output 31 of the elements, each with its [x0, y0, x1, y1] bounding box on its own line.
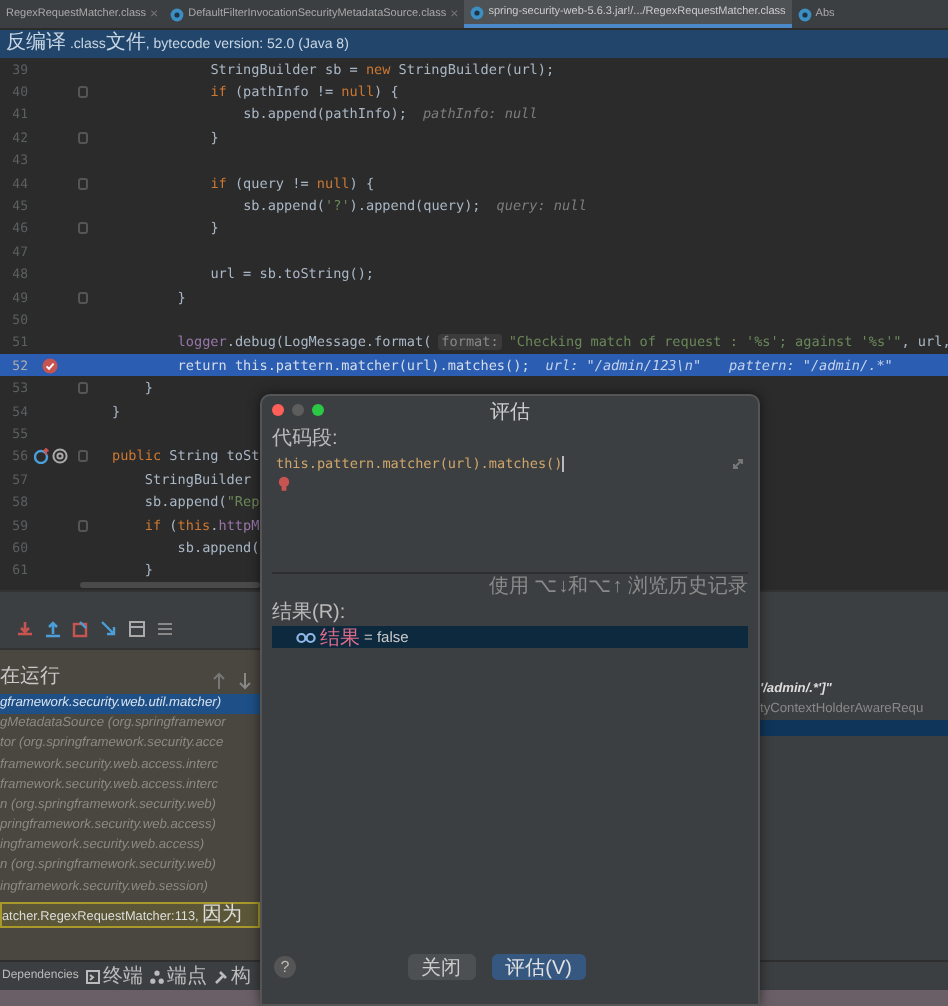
code-label: 代码段:: [272, 426, 340, 452]
table-icon: [128, 620, 146, 639]
hammer-icon: [214, 969, 229, 983]
class-file-icon: [170, 7, 185, 21]
close-button[interactable]: 关闭: [407, 953, 476, 979]
arrow-up-icon: [212, 671, 226, 690]
tool-window-tab[interactable]: 端点: [150, 962, 207, 990]
thread-status: 在运行: [0, 663, 60, 690]
evaluate-button[interactable]: 评估(V): [491, 953, 586, 979]
result-label: 结果(R):: [272, 600, 348, 626]
window-control[interactable]: [272, 404, 284, 416]
tool-window-tab[interactable]: 构: [214, 962, 251, 990]
tool-window-tab[interactable]: 终端: [86, 962, 143, 990]
expand-icon: [732, 458, 744, 470]
cursor-frame-icon: [72, 620, 90, 639]
history-hint: 使用 ⌥↓和⌥↑ 浏览历史记录: [488, 574, 748, 600]
bulb-icon: [278, 476, 290, 492]
infinity-icon: [296, 631, 316, 643]
help-button[interactable]: ?: [274, 955, 296, 977]
nodes-icon: [150, 969, 165, 983]
diagonal-arrow-icon: [100, 620, 118, 639]
class-file-icon: [797, 7, 812, 21]
list-icon: [156, 620, 174, 639]
window-control[interactable]: [312, 404, 324, 416]
upload-icon: [44, 620, 62, 639]
arrow-down-icon: [238, 671, 252, 690]
terminal-icon: [86, 969, 101, 983]
class-file-icon: [470, 5, 485, 19]
arrow-icon: [16, 620, 34, 639]
dialog-title: 评估: [490, 399, 530, 425]
result-name: 结果: [320, 625, 360, 651]
